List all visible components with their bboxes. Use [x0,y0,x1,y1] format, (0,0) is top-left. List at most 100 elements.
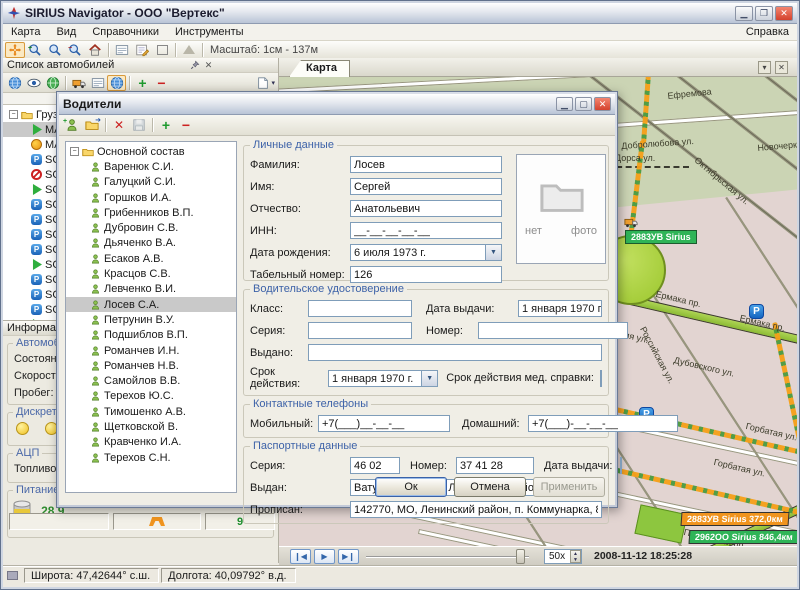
driver-form: Личные данные Фамилия: Имя: Отчество: ИН… [243,137,609,471]
save-icon[interactable] [129,117,149,133]
driver-row[interactable]: Романчев И.Н. [66,343,236,358]
driver-row[interactable]: Терехов С.Н. [66,450,236,465]
pan-icon[interactable] [5,42,25,58]
globe-select-icon[interactable] [107,75,126,91]
passport-issue-picker[interactable]: 7 марта 2002 г.▼ [620,457,622,474]
license-number-field[interactable] [478,322,628,339]
vehicle-map-badge[interactable]: 2883УВ Sirius [625,230,697,244]
chevron-down-icon[interactable]: ▼ [485,245,501,260]
license-series-field[interactable] [308,322,412,339]
minus-icon[interactable]: − [176,117,196,133]
zoom-in-icon[interactable]: + [25,42,45,58]
card-icon[interactable] [88,75,107,91]
mobile-field[interactable] [318,415,450,432]
globe-green-icon[interactable] [43,75,62,91]
inn-field[interactable] [350,222,502,239]
menu-view[interactable]: Вид [48,25,84,39]
folder-move-icon[interactable]: ➜ [82,117,102,133]
driver-row[interactable]: Левченко В.И. [66,282,236,297]
close-icon[interactable]: ✕ [775,61,788,74]
personnel-field[interactable] [350,266,502,283]
close-icon[interactable]: ✕ [775,6,793,21]
add-driver-icon[interactable]: + [62,117,82,133]
maximize-icon[interactable]: ▢ [575,97,592,111]
passport-number-field[interactable] [456,457,534,474]
driver-row[interactable]: Дьяченко В.А. [66,236,236,251]
chevron-down-icon[interactable]: ▾ [758,61,771,74]
zoom-out-icon[interactable]: − [65,42,85,58]
surname-field[interactable] [350,156,502,173]
driver-row[interactable]: Лосев С.А. [66,297,236,312]
minus-icon[interactable]: − [152,75,171,91]
driver-row[interactable]: Романчев Н.В. [66,358,236,373]
vehicle-marker-icon[interactable] [623,215,639,229]
plus-icon[interactable]: + [156,117,176,133]
home-phone-field[interactable] [528,415,678,432]
driver-row[interactable]: Щетковской В. [66,419,236,434]
pin-icon[interactable] [188,59,201,71]
menu-directories[interactable]: Справочники [84,25,167,39]
ruler-icon[interactable] [179,42,199,58]
driver-row[interactable]: Петрунин В.У. [66,312,236,327]
collapse-icon[interactable]: − [70,147,79,156]
driver-row[interactable]: Галуцкий С.И. [66,175,236,190]
play-icon[interactable]: ▶ [314,549,335,564]
license-issue-picker[interactable]: 1 января 1970 г.▼ [518,300,602,317]
zoom-icon[interactable] [45,42,65,58]
drivers-root-row[interactable]: − Основной состав [66,144,236,159]
edit-note-icon[interactable] [132,42,152,58]
driver-name: Грибенников В.П. [104,207,194,219]
group-legend: Водительское удостоверение [250,283,407,295]
columns-icon[interactable]: ▾ [253,75,272,91]
ok-button[interactable]: Ок [375,477,447,497]
cancel-button[interactable]: Отмена [454,477,526,497]
restore-icon[interactable]: ❐ [755,6,773,21]
eye-icon[interactable] [24,75,43,91]
driver-row[interactable]: Самойлов В.В. [66,373,236,388]
home-icon[interactable] [85,42,105,58]
passport-series-field[interactable] [350,457,400,474]
vehicle-badge-orange[interactable]: 2883УВ Sirius 372,0км [681,512,790,526]
minimize-icon[interactable]: ▁ [556,97,573,111]
driver-row[interactable]: Тимошенко А.В. [66,404,236,419]
driver-row[interactable]: Красцов С.В. [66,266,236,281]
menu-help[interactable]: Справка [738,25,797,39]
timeline-slider[interactable] [366,556,529,558]
driver-row[interactable]: Грибенников В.П. [66,205,236,220]
layers-list-icon[interactable] [112,42,132,58]
patronymic-field[interactable] [350,200,502,217]
timeline-slider-handle[interactable] [516,549,525,564]
skip-end-icon[interactable]: ▶❙ [338,549,359,564]
driver-row[interactable]: Горшков И.А. [66,190,236,205]
driver-icon [90,161,101,173]
driver-row[interactable]: Варенюк С.И. [66,159,236,174]
plus-icon[interactable]: + [133,75,152,91]
speed-stepper[interactable]: ▲▼ [570,550,581,563]
driver-row[interactable]: Кравченко И.А. [66,435,236,450]
menu-map[interactable]: Карта [3,25,48,39]
validity-picker[interactable]: 1 января 1970 г.▼ [328,370,438,387]
close-icon[interactable]: ✕ [594,97,611,111]
class-field[interactable] [308,300,412,317]
vehicle-badge-green[interactable]: 2962ОО Sirius 846,4км [689,530,797,544]
med-validity-picker[interactable]: 1 января 1970 г.▼ [600,370,602,387]
delete-icon[interactable]: ✕ [109,117,129,133]
firstname-field[interactable] [350,178,502,195]
select-rect-icon[interactable] [152,42,172,58]
driver-row[interactable]: Дубровин С.В. [66,220,236,235]
registered-field[interactable] [350,501,602,518]
truck-icon[interactable] [69,75,88,91]
license-issued-by-field[interactable] [308,344,602,361]
birthdate-picker[interactable]: 6 июля 1973 г.▼ [350,244,502,261]
skip-start-icon[interactable]: ❙◀ [290,549,311,564]
globe-blue-icon[interactable] [5,75,24,91]
menu-tools[interactable]: Инструменты [167,25,252,39]
close-icon[interactable]: ✕ [202,59,215,71]
collapse-icon[interactable]: − [9,110,18,119]
driver-row[interactable]: Подшиблов В.П. [66,328,236,343]
tab-map[interactable]: Карта [289,60,350,77]
chevron-down-icon[interactable]: ▼ [421,371,437,386]
driver-row[interactable]: Терехов Ю.С. [66,389,236,404]
driver-row[interactable]: Есаков А.В. [66,251,236,266]
minimize-icon[interactable]: ▁ [735,6,753,21]
